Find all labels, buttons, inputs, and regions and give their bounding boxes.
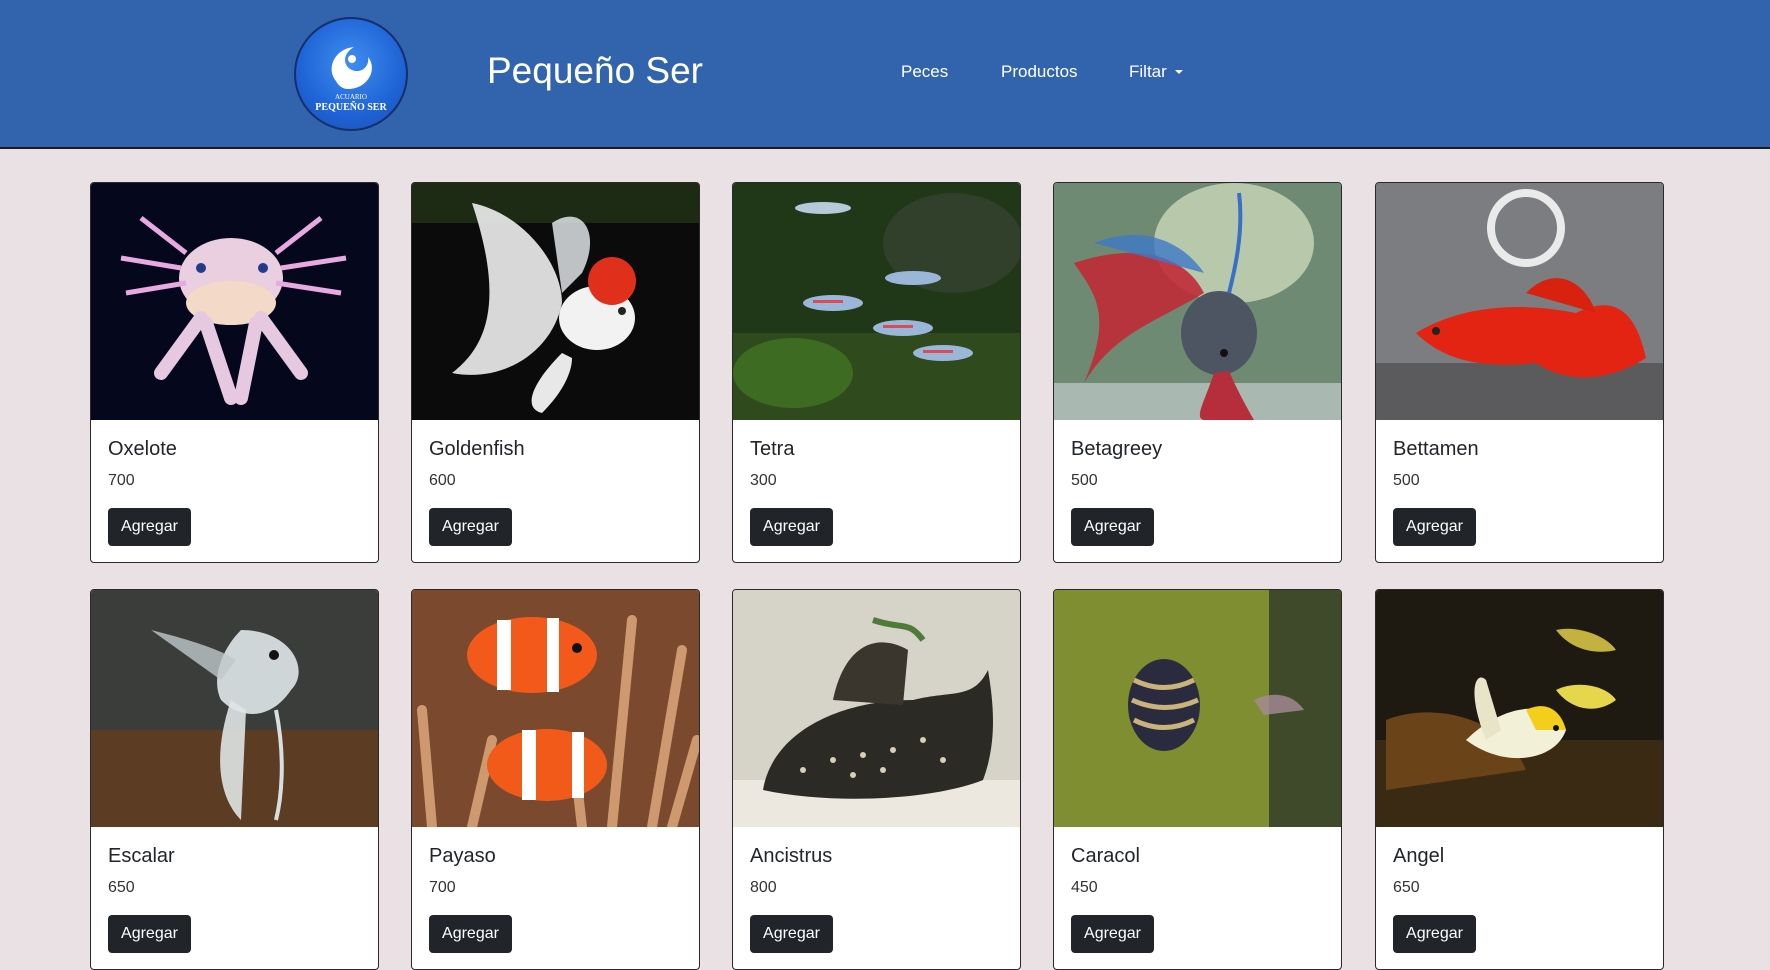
product-card: Angel 650 Agregar (1375, 589, 1664, 970)
product-price: 650 (1393, 879, 1420, 896)
add-button[interactable]: Agregar (429, 915, 512, 953)
product-image (733, 183, 1020, 420)
add-button[interactable]: Agregar (108, 508, 191, 546)
add-button[interactable]: Agregar (750, 915, 833, 953)
product-name: Betagreey (1071, 438, 1163, 460)
ancistrus-pleco-image (733, 590, 1020, 827)
product-image (412, 590, 699, 827)
product-card: Goldenfish 600 Agregar (411, 182, 700, 563)
product-card: Payaso 700 Agregar (411, 589, 700, 970)
clownfish-image (412, 590, 699, 827)
product-image (91, 183, 378, 420)
product-name: Ancistrus (750, 845, 833, 867)
nav-peces[interactable]: Peces (901, 62, 948, 82)
navbar: ACUARIO PEQUEÑO SER Pequeño Ser Peces Pr… (0, 0, 1770, 149)
product-name: Tetra (750, 438, 795, 460)
fish-logo-icon: ACUARIO PEQUEÑO SER (315, 47, 387, 113)
product-card: Caracol 450 Agregar (1053, 589, 1342, 970)
add-button[interactable]: Agregar (429, 508, 512, 546)
add-button[interactable]: Agregar (1071, 915, 1154, 953)
product-price: 700 (429, 879, 456, 896)
nav-filtar-label: Filtar (1129, 62, 1167, 81)
product-name: Goldenfish (429, 438, 525, 460)
product-name: Payaso (429, 845, 496, 867)
product-card: Betagreey 500 Agregar (1053, 182, 1342, 563)
brand-name[interactable]: Pequeño Ser (487, 50, 703, 92)
product-price: 700 (108, 472, 135, 489)
tetra-image (733, 183, 1020, 420)
product-card: Escalar 650 Agregar (90, 589, 379, 970)
product-name: Angel (1393, 845, 1445, 867)
snail-caracol-image (1054, 590, 1341, 827)
product-image (91, 590, 378, 827)
product-image (1376, 590, 1663, 827)
product-card: Bettamen 500 Agregar (1375, 182, 1664, 563)
product-image (412, 183, 699, 420)
add-button[interactable]: Agregar (1071, 508, 1154, 546)
product-price: 650 (108, 879, 135, 896)
product-card: Oxelote 700 Agregar (90, 182, 379, 563)
product-card: Tetra 300 Agregar (732, 182, 1021, 563)
product-price: 500 (1393, 472, 1420, 489)
product-image (733, 590, 1020, 827)
angel-fish-image (1376, 590, 1663, 827)
add-button[interactable]: Agregar (750, 508, 833, 546)
axolotl-image (91, 183, 378, 420)
product-name: Bettamen (1393, 438, 1479, 460)
product-image (1054, 590, 1341, 827)
product-price: 500 (1071, 472, 1098, 489)
add-button[interactable]: Agregar (108, 915, 191, 953)
product-image (1376, 183, 1663, 420)
add-button[interactable]: Agregar (1393, 915, 1476, 953)
product-price: 600 (429, 472, 456, 489)
add-button[interactable]: Agregar (1393, 508, 1476, 546)
product-name: Caracol (1071, 845, 1140, 867)
product-price: 300 (750, 472, 777, 489)
product-name: Oxelote (108, 438, 177, 460)
brand-logo[interactable]: ACUARIO PEQUEÑO SER (294, 17, 408, 131)
logo-subtext: ACUARIO (335, 93, 367, 101)
nav-filter-dropdown[interactable]: Filtar (1129, 62, 1183, 82)
product-price: 450 (1071, 879, 1098, 896)
product-price: 800 (750, 879, 777, 896)
product-card: Ancistrus 800 Agregar (732, 589, 1021, 970)
betta-grey-image (1054, 183, 1341, 420)
logo-text: PEQUEÑO SER (315, 101, 387, 113)
angelfish-scalar-image (91, 590, 378, 827)
product-image (1054, 183, 1341, 420)
caret-down-icon (1174, 70, 1183, 74)
nav-productos[interactable]: Productos (1001, 62, 1078, 82)
product-name: Escalar (108, 845, 175, 867)
goldfish-image (412, 183, 699, 420)
betta-red-image (1376, 183, 1663, 420)
